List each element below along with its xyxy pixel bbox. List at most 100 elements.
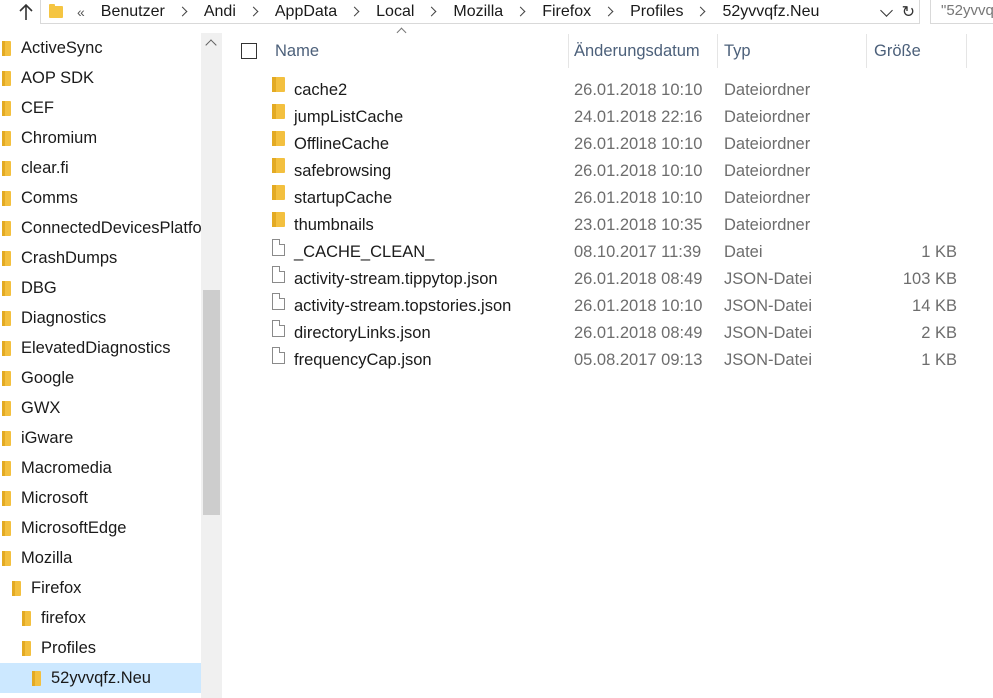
column-size[interactable]: Größe <box>874 34 964 68</box>
sidebar-item[interactable]: ElevatedDiagnostics <box>0 333 201 363</box>
sidebar-item[interactable]: DBG <box>0 273 201 303</box>
column-divider[interactable] <box>568 34 569 68</box>
folder-icon <box>272 158 285 173</box>
table-row[interactable]: frequencyCap.json 05.08.2017 09:13 JSON-Da… <box>222 347 993 374</box>
nav-scrollbar[interactable] <box>201 33 222 698</box>
table-row[interactable]: activity-stream.tippytop.json 26.01.2018 … <box>222 266 993 293</box>
file-type: Dateiordner <box>724 135 811 153</box>
table-row[interactable]: cache2 26.01.2018 10:10 Dateiordner <box>222 77 993 104</box>
chevron-right-icon[interactable] <box>349 6 360 17</box>
file-size: 1 KB <box>921 243 957 261</box>
breadcrumb-item[interactable]: Firefox <box>538 3 626 21</box>
sidebar-item[interactable]: Mozilla <box>0 543 201 573</box>
sidebar-item[interactable]: ConnectedDevicesPlatform <box>0 213 201 243</box>
folder-icon <box>2 550 11 566</box>
sidebar-item[interactable]: Comms <box>0 183 201 213</box>
file-type: JSON-Datei <box>724 324 813 342</box>
sidebar-item[interactable]: Profiles <box>0 633 201 663</box>
table-row[interactable]: startupCache 26.01.2018 10:10 Dateiordner <box>222 185 993 212</box>
column-name[interactable]: Name <box>275 34 565 68</box>
chevron-right-icon[interactable] <box>603 6 614 17</box>
table-row[interactable]: safebrowsing 26.01.2018 10:10 Dateiordner <box>222 158 993 185</box>
chevron-right-icon[interactable] <box>248 6 259 17</box>
file-name: activity-stream.topstories.json <box>294 297 512 315</box>
file-type: JSON-Datei <box>724 297 813 315</box>
sidebar-item[interactable]: ActiveSync <box>0 33 201 63</box>
sidebar-item-label: clear.fi <box>21 158 69 177</box>
sidebar-item[interactable]: Diagnostics <box>0 303 201 333</box>
column-divider[interactable] <box>966 34 967 68</box>
file-date: 05.08.2017 09:13 <box>574 351 703 369</box>
scroll-up-icon[interactable] <box>205 39 217 51</box>
folder-icon <box>22 610 31 626</box>
table-row[interactable]: _CACHE_CLEAN_ 08.10.2017 11:39 Datei 1 KB <box>222 239 993 266</box>
folder-icon <box>2 250 11 266</box>
sidebar-item-label: Mozilla <box>21 548 73 567</box>
search-input[interactable]: "52yvvqfz.Neu" durchsuchen <box>930 0 993 24</box>
table-row[interactable]: thumbnails 23.01.2018 10:35 Dateiordner <box>222 212 993 239</box>
select-all-checkbox[interactable] <box>241 43 257 59</box>
address-box[interactable]: « Benutzer Andi AppData Local Mozilla Firefox… <box>40 0 920 24</box>
chevron-right-icon[interactable] <box>696 6 706 17</box>
sidebar-item[interactable]: Google <box>0 363 201 393</box>
folder-icon <box>272 77 285 92</box>
breadcrumb-label: Andi <box>203 2 236 20</box>
sidebar-item[interactable]: clear.fi <box>0 153 201 183</box>
file-date: 24.01.2018 22:16 <box>574 108 703 126</box>
sidebar-item[interactable]: GWX <box>0 393 201 423</box>
table-row[interactable]: jumpListCache 24.01.2018 22:16 Dateiordner <box>222 104 993 131</box>
breadcrumb-item[interactable]: Local <box>372 3 449 21</box>
file-icon <box>272 239 285 256</box>
sidebar-item[interactable]: MicrosoftEdge <box>0 513 201 543</box>
sidebar-item[interactable]: CEF <box>0 93 201 123</box>
sidebar-item[interactable]: CrashDumps <box>0 243 201 273</box>
file-name: activity-stream.tippytop.json <box>294 270 498 288</box>
breadcrumb-item[interactable]: Mozilla <box>449 3 538 21</box>
breadcrumb-label: Profiles <box>630 2 684 20</box>
chevron-right-icon[interactable] <box>515 6 526 17</box>
table-row[interactable]: OfflineCache 26.01.2018 10:10 Dateiordner <box>222 131 993 158</box>
column-divider[interactable] <box>866 34 867 68</box>
folder-icon <box>2 490 11 506</box>
breadcrumb-item[interactable]: Andi <box>200 3 271 21</box>
breadcrumb-overflow[interactable]: « <box>77 4 85 20</box>
sidebar-item-label: CrashDumps <box>21 248 118 267</box>
sidebar-item[interactable]: firefox <box>0 603 201 633</box>
sidebar-item[interactable]: AOP SDK <box>0 63 201 93</box>
column-type[interactable]: Typ <box>724 34 864 68</box>
file-name: OfflineCache <box>294 135 390 153</box>
breadcrumb-label: Local <box>376 2 415 20</box>
sidebar-item[interactable]: Macromedia <box>0 453 201 483</box>
sidebar-item[interactable]: Chromium <box>0 123 201 153</box>
refresh-icon[interactable]: ↻ <box>902 2 915 22</box>
folder-icon <box>2 430 11 446</box>
file-name: jumpListCache <box>294 108 404 126</box>
sidebar-item-label: Comms <box>21 188 78 207</box>
column-date[interactable]: Änderungsdatum <box>574 34 714 68</box>
file-type: Dateiordner <box>724 108 811 126</box>
breadcrumb-item[interactable]: Profiles <box>626 3 718 21</box>
file-date: 26.01.2018 10:10 <box>574 135 703 153</box>
column-divider[interactable] <box>717 34 718 68</box>
up-arrow-icon[interactable] <box>12 0 40 24</box>
sidebar-item[interactable]: 52yvvqfz.Neu <box>0 663 201 693</box>
breadcrumb-item[interactable]: 52yvvqfz.Neu <box>718 3 823 21</box>
file-icon <box>272 266 285 283</box>
folder-icon <box>2 100 11 116</box>
table-row[interactable]: activity-stream.topstories.json 26.01.201… <box>222 293 993 320</box>
chevron-down-icon[interactable] <box>880 4 893 17</box>
file-name: startupCache <box>294 189 393 207</box>
chevron-right-icon[interactable] <box>177 6 188 17</box>
breadcrumb-item[interactable]: AppData <box>271 3 372 21</box>
sidebar-item[interactable]: iGware <box>0 423 201 453</box>
folder-icon <box>272 212 285 227</box>
sidebar-item[interactable]: Microsoft <box>0 483 201 513</box>
table-row[interactable]: directoryLinks.json 26.01.2018 08:49 JSON-… <box>222 320 993 347</box>
file-type: Dateiordner <box>724 81 811 99</box>
scroll-thumb[interactable] <box>203 290 220 515</box>
sidebar-item[interactable]: Firefox <box>0 573 201 603</box>
breadcrumb-item[interactable]: Benutzer <box>97 3 200 21</box>
folder-icon <box>2 70 11 86</box>
file-icon <box>272 347 285 364</box>
chevron-right-icon[interactable] <box>426 6 437 17</box>
